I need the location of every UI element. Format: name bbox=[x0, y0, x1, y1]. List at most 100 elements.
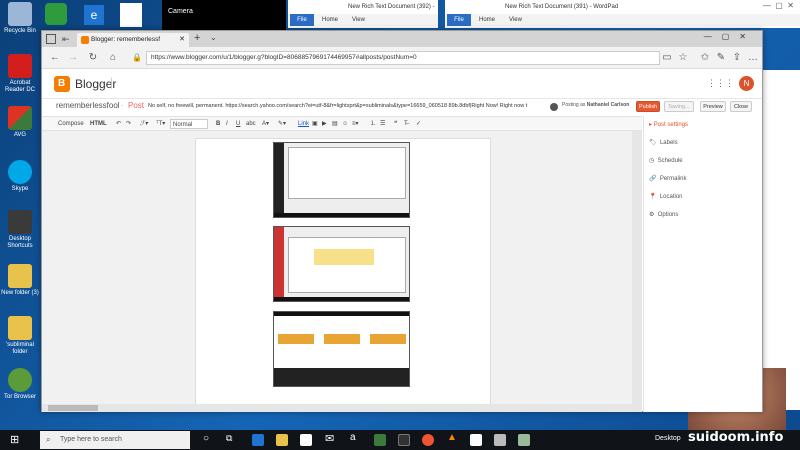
browser-window[interactable]: ⇤ Blogger: rememberlessf ✕ + ⌄ —▢✕ ← → ↻… bbox=[41, 30, 763, 412]
desktop-toolbar-label[interactable]: Desktop bbox=[655, 435, 681, 442]
jump-break-icon[interactable]: ▤ bbox=[332, 119, 338, 129]
new-folder-icon[interactable]: New folder (3) bbox=[0, 264, 40, 297]
forward-arrow-icon[interactable]: → bbox=[66, 51, 80, 65]
refresh-icon[interactable]: ↻ bbox=[86, 51, 100, 65]
search-input[interactable]: ⌕ Type here to search bbox=[40, 431, 190, 449]
vertical-scrollbar[interactable] bbox=[632, 131, 642, 404]
edge-icon[interactable]: e bbox=[84, 5, 104, 25]
clear-format-icon[interactable]: T̶ bbox=[404, 119, 408, 129]
sidebar-item-location[interactable]: 📍 Location bbox=[649, 191, 683, 203]
camera-icon[interactable] bbox=[494, 434, 506, 446]
app-shortcut-icon[interactable] bbox=[120, 3, 142, 27]
sidebar-item-schedule[interactable]: ◷ Schedule bbox=[649, 155, 683, 167]
tor-browser-icon[interactable]: Tor Browser bbox=[0, 368, 40, 401]
url-input[interactable]: https://www.blogger.com/u/1/blogger.g?bl… bbox=[146, 51, 660, 65]
italic-icon[interactable]: I bbox=[226, 119, 228, 129]
align-icon[interactable]: ≡▾ bbox=[352, 119, 359, 129]
acrobat-reader-icon[interactable]: Acrobat Reader DC bbox=[0, 54, 40, 94]
app-icon[interactable] bbox=[470, 434, 482, 446]
close-tab-icon[interactable]: ✕ bbox=[179, 33, 185, 47]
task-view-icon[interactable]: ⧉ bbox=[226, 433, 232, 444]
compose-button[interactable]: Compose bbox=[58, 119, 84, 129]
file-explorer-icon[interactable] bbox=[276, 434, 288, 446]
editor-area[interactable] bbox=[42, 131, 642, 412]
chevron-down-icon[interactable]: ⌄ bbox=[210, 33, 217, 42]
app-icon[interactable] bbox=[518, 434, 530, 446]
new-tab-icon[interactable]: + bbox=[194, 32, 200, 44]
desktop-shortcuts-icon[interactable]: Desktop Shortcuts bbox=[0, 210, 40, 250]
reading-view-icon[interactable]: ▭ bbox=[660, 51, 674, 65]
skype-icon[interactable]: Skype bbox=[0, 160, 40, 193]
close-button[interactable]: Close bbox=[730, 101, 752, 112]
underline-icon[interactable]: U bbox=[236, 119, 240, 129]
tab-view[interactable]: View bbox=[509, 14, 522, 26]
sidebar-item-permalink[interactable]: 🔗 Permalink bbox=[649, 173, 687, 185]
store-icon[interactable] bbox=[300, 434, 312, 446]
embedded-screenshot-1[interactable] bbox=[273, 142, 410, 218]
horizontal-scrollbar[interactable] bbox=[42, 404, 642, 412]
saving-button[interactable]: Saving... bbox=[664, 101, 694, 112]
blogger-logo-icon[interactable]: B bbox=[54, 76, 70, 92]
edge-taskbar-icon[interactable] bbox=[252, 434, 264, 446]
tab-blogger[interactable]: Blogger: rememberlessf ✕ bbox=[77, 33, 189, 47]
wordpad-window-2[interactable]: New Rich Text Document (391) - WordPad —… bbox=[445, 0, 800, 28]
text-color-icon[interactable]: A▾ bbox=[262, 119, 269, 129]
recycle-bin-icon[interactable]: Recycle Bin bbox=[0, 2, 40, 35]
emoji-icon[interactable]: ☺ bbox=[342, 119, 348, 129]
camera-window[interactable]: Camera bbox=[162, 0, 286, 30]
bold-icon[interactable]: B bbox=[216, 119, 220, 129]
font-icon[interactable]: ℱ▾ bbox=[140, 119, 148, 129]
post-body[interactable] bbox=[195, 138, 491, 410]
html-button[interactable]: HTML bbox=[90, 119, 107, 129]
vlc-icon[interactable]: ▲ bbox=[447, 432, 457, 443]
back-arrow-icon[interactable]: ← bbox=[48, 51, 62, 65]
publish-button[interactable]: Publish bbox=[636, 101, 660, 112]
tab-preview-icon[interactable] bbox=[46, 34, 56, 44]
format-select[interactable]: Normal bbox=[170, 119, 208, 129]
tab-home[interactable]: Home bbox=[479, 14, 495, 26]
more-icon[interactable]: … bbox=[746, 51, 760, 65]
post-title-input[interactable]: No self, no freewill, permanent. https:/… bbox=[148, 100, 542, 113]
file-menu[interactable]: File bbox=[290, 14, 314, 26]
avatar[interactable]: N bbox=[739, 76, 754, 91]
tab-home[interactable]: Home bbox=[322, 14, 338, 26]
tab-view[interactable]: View bbox=[352, 14, 365, 26]
back-tab-icon[interactable]: ⇤ bbox=[62, 34, 72, 44]
amazon-icon[interactable]: a bbox=[350, 432, 356, 443]
blog-name[interactable]: rememberlessfool bbox=[56, 101, 120, 110]
embedded-screenshot-3[interactable] bbox=[273, 311, 410, 387]
font-size-icon[interactable]: ᵀT▾ bbox=[156, 119, 165, 129]
favorites-hub-icon[interactable]: ✩ bbox=[698, 51, 712, 65]
chrome-icon[interactable] bbox=[422, 434, 434, 446]
sidebar-item-options[interactable]: ⚙ Options bbox=[649, 209, 678, 221]
window-controls[interactable]: — ▢ ✕ bbox=[763, 1, 794, 10]
favorite-star-icon[interactable]: ☆ bbox=[676, 51, 690, 65]
bullet-list-icon[interactable]: ☰ bbox=[380, 119, 385, 129]
pen-icon[interactable]: ✎ bbox=[714, 51, 728, 65]
cortana-icon[interactable]: ○ bbox=[203, 433, 209, 444]
window-controls[interactable]: —▢✕ bbox=[704, 32, 756, 41]
quote-icon[interactable]: ❝ bbox=[394, 119, 397, 129]
app-icon[interactable] bbox=[398, 434, 410, 446]
undo-icon[interactable]: ↶ bbox=[116, 119, 121, 129]
file-menu[interactable]: File bbox=[447, 14, 471, 26]
embedded-screenshot-2[interactable] bbox=[273, 226, 410, 302]
apps-grid-icon[interactable]: ⋮⋮⋮ bbox=[707, 78, 734, 89]
video-icon[interactable]: ▶ bbox=[322, 119, 327, 129]
home-icon[interactable]: ⌂ bbox=[106, 51, 120, 65]
wordpad-window-1[interactable]: New Rich Text Document (392) - WordPad F… bbox=[288, 0, 438, 28]
mail-icon[interactable]: ✉ bbox=[325, 432, 334, 445]
utorrent-icon[interactable] bbox=[45, 3, 67, 25]
start-windows-icon[interactable]: ⊞ bbox=[10, 434, 19, 446]
share-icon[interactable]: ⇪ bbox=[730, 51, 744, 65]
link-button[interactable]: Link bbox=[298, 119, 309, 129]
spellcheck-icon[interactable]: ✓ bbox=[416, 119, 421, 129]
subliminal-folder-icon[interactable]: 'subliminal folder bbox=[0, 316, 40, 356]
highlight-icon[interactable]: ✎▾ bbox=[278, 119, 286, 129]
app-icon[interactable] bbox=[374, 434, 386, 446]
redo-icon[interactable]: ↷ bbox=[126, 119, 131, 129]
preview-button[interactable]: Preview bbox=[700, 101, 726, 112]
numbered-list-icon[interactable]: ⒈ bbox=[370, 119, 376, 129]
avg-icon[interactable]: AVG bbox=[0, 106, 40, 139]
sidebar-item-labels[interactable]: 🏷 Labels bbox=[649, 137, 678, 149]
